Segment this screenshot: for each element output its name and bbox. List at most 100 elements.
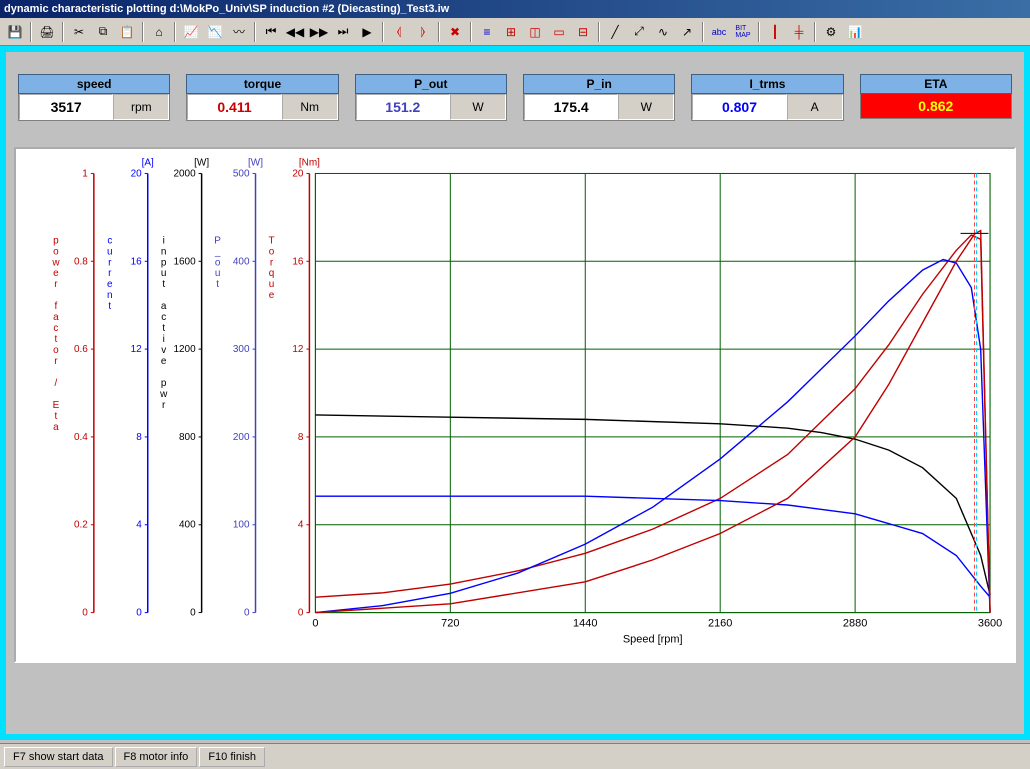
play-icon[interactable]: ▶: [356, 21, 378, 43]
grid-c-icon[interactable]: ▭: [548, 21, 570, 43]
readout-pin-value: 175.4: [524, 94, 618, 120]
chart-type-2-icon[interactable]: 📉: [204, 21, 226, 43]
svg-text:u: u: [161, 268, 167, 279]
readout-speed-label: speed: [18, 74, 170, 94]
chart-type-1-icon[interactable]: 📈: [180, 21, 202, 43]
marker-1-icon[interactable]: ┃: [764, 21, 786, 43]
status-f7-button[interactable]: F7 show start data: [4, 747, 113, 767]
line-style-4-icon[interactable]: ↗: [676, 21, 698, 43]
svg-text:[Nm]: [Nm]: [299, 157, 320, 168]
svg-text:n: n: [107, 290, 113, 301]
svg-text:c: c: [161, 312, 166, 323]
svg-text:n: n: [161, 246, 167, 257]
status-f10-button[interactable]: F10 finish: [199, 747, 265, 767]
print-icon[interactable]: 🖨: [36, 21, 58, 43]
svg-text:t: t: [162, 279, 165, 290]
svg-text:r: r: [270, 257, 274, 268]
readout-itrms-label: I_trms: [691, 74, 843, 94]
align-icon[interactable]: ≡: [476, 21, 498, 43]
svg-text:a: a: [161, 301, 167, 312]
svg-text:0.6: 0.6: [74, 344, 88, 355]
home-icon[interactable]: ⌂: [148, 21, 170, 43]
svg-text:20: 20: [292, 168, 304, 179]
svg-text:a: a: [53, 422, 59, 433]
line-style-1-icon[interactable]: ╱: [604, 21, 626, 43]
svg-text:_: _: [214, 246, 221, 257]
stop-icon[interactable]: ✖: [444, 21, 466, 43]
svg-text:u: u: [215, 268, 221, 279]
grid-b-icon[interactable]: ◫: [524, 21, 546, 43]
tool-1-icon[interactable]: ⚙: [820, 21, 842, 43]
svg-text:16: 16: [292, 256, 304, 267]
svg-text:v: v: [161, 345, 166, 356]
svg-text:8: 8: [136, 432, 142, 443]
chart-svg: 07201440216028803600Speed [rpm]00.20.40.…: [16, 149, 1014, 661]
last-icon[interactable]: ⏭: [332, 21, 354, 43]
statusbar: F7 show start data F8 motor info F10 fin…: [0, 743, 1030, 769]
readout-itrms-unit: A: [787, 94, 843, 120]
grid-a-icon[interactable]: ⊞: [500, 21, 522, 43]
grid-d-icon[interactable]: ⊟: [572, 21, 594, 43]
svg-text:p: p: [161, 257, 167, 268]
paste-icon[interactable]: 📋: [116, 21, 138, 43]
chart-type-3-icon[interactable]: 〰: [228, 21, 250, 43]
tool-2-icon[interactable]: 📊: [844, 21, 866, 43]
readout-speed-unit: rpm: [113, 94, 169, 120]
readout-pout-label: P_out: [355, 74, 507, 94]
svg-text:0.4: 0.4: [74, 432, 88, 443]
svg-text:r: r: [108, 257, 112, 268]
svg-text:u: u: [269, 279, 275, 290]
svg-text:r: r: [54, 356, 58, 367]
svg-text:o: o: [53, 246, 59, 257]
svg-text:e: e: [107, 279, 113, 290]
svg-text:2000: 2000: [173, 168, 196, 179]
svg-text:i: i: [163, 235, 165, 246]
readout-torque-value: 0.411: [187, 94, 281, 120]
svg-text:4: 4: [136, 520, 142, 531]
svg-text:t: t: [216, 279, 219, 290]
readout-torque: torque 0.411 Nm: [186, 74, 338, 121]
save-icon[interactable]: 💾: [4, 21, 26, 43]
svg-text:e: e: [269, 290, 275, 301]
copy-icon[interactable]: ⧉: [92, 21, 114, 43]
abc-label-icon[interactable]: abc: [708, 21, 730, 43]
svg-text:800: 800: [179, 432, 196, 443]
status-f8-button[interactable]: F8 motor info: [115, 747, 198, 767]
chart-panel: 07201440216028803600Speed [rpm]00.20.40.…: [14, 147, 1016, 663]
svg-text:720: 720: [441, 618, 459, 630]
first-icon[interactable]: ⏮: [260, 21, 282, 43]
svg-text:t: t: [55, 334, 58, 345]
svg-text:t: t: [108, 301, 111, 312]
svg-text:0: 0: [312, 618, 318, 630]
svg-text:o: o: [53, 345, 59, 356]
marker-2-icon[interactable]: ╪: [788, 21, 810, 43]
svg-text:t: t: [55, 411, 58, 422]
svg-text:/: /: [55, 378, 58, 389]
line-style-3-icon[interactable]: ∿: [652, 21, 674, 43]
next-icon[interactable]: ▶▶: [308, 21, 330, 43]
bitmap-icon[interactable]: BITMAP: [732, 21, 754, 43]
prev-icon[interactable]: ◀◀: [284, 21, 306, 43]
svg-text:p: p: [53, 235, 59, 246]
svg-text:r: r: [54, 279, 58, 290]
svg-text:400: 400: [179, 520, 196, 531]
svg-text:P: P: [214, 235, 221, 246]
step-left-icon[interactable]: ⦉: [388, 21, 410, 43]
svg-text:1600: 1600: [173, 256, 196, 267]
svg-text:0.8: 0.8: [74, 256, 88, 267]
svg-text:[W]: [W]: [194, 157, 209, 168]
svg-text:0.2: 0.2: [74, 520, 88, 531]
toolbar: 💾 🖨 ✂ ⧉ 📋 ⌂ 📈 📉 〰 ⏮ ◀◀ ▶▶ ⏭ ▶ ⦉ ⦊ ✖ ≡ ⊞ …: [0, 18, 1030, 46]
svg-text:T: T: [268, 235, 274, 246]
readout-pin: P_in 175.4 W: [523, 74, 675, 121]
step-right-icon[interactable]: ⦊: [412, 21, 434, 43]
readout-itrms-value: 0.807: [692, 94, 786, 120]
readouts-row: speed 3517 rpm torque 0.411 Nm P_out 151…: [6, 52, 1024, 147]
cut-icon[interactable]: ✂: [68, 21, 90, 43]
svg-text:u: u: [107, 246, 113, 257]
svg-text:e: e: [161, 356, 167, 367]
line-style-2-icon[interactable]: ⤢: [628, 21, 650, 43]
readout-pin-unit: W: [618, 94, 674, 120]
readout-pin-label: P_in: [523, 74, 675, 94]
svg-text:20: 20: [131, 168, 143, 179]
